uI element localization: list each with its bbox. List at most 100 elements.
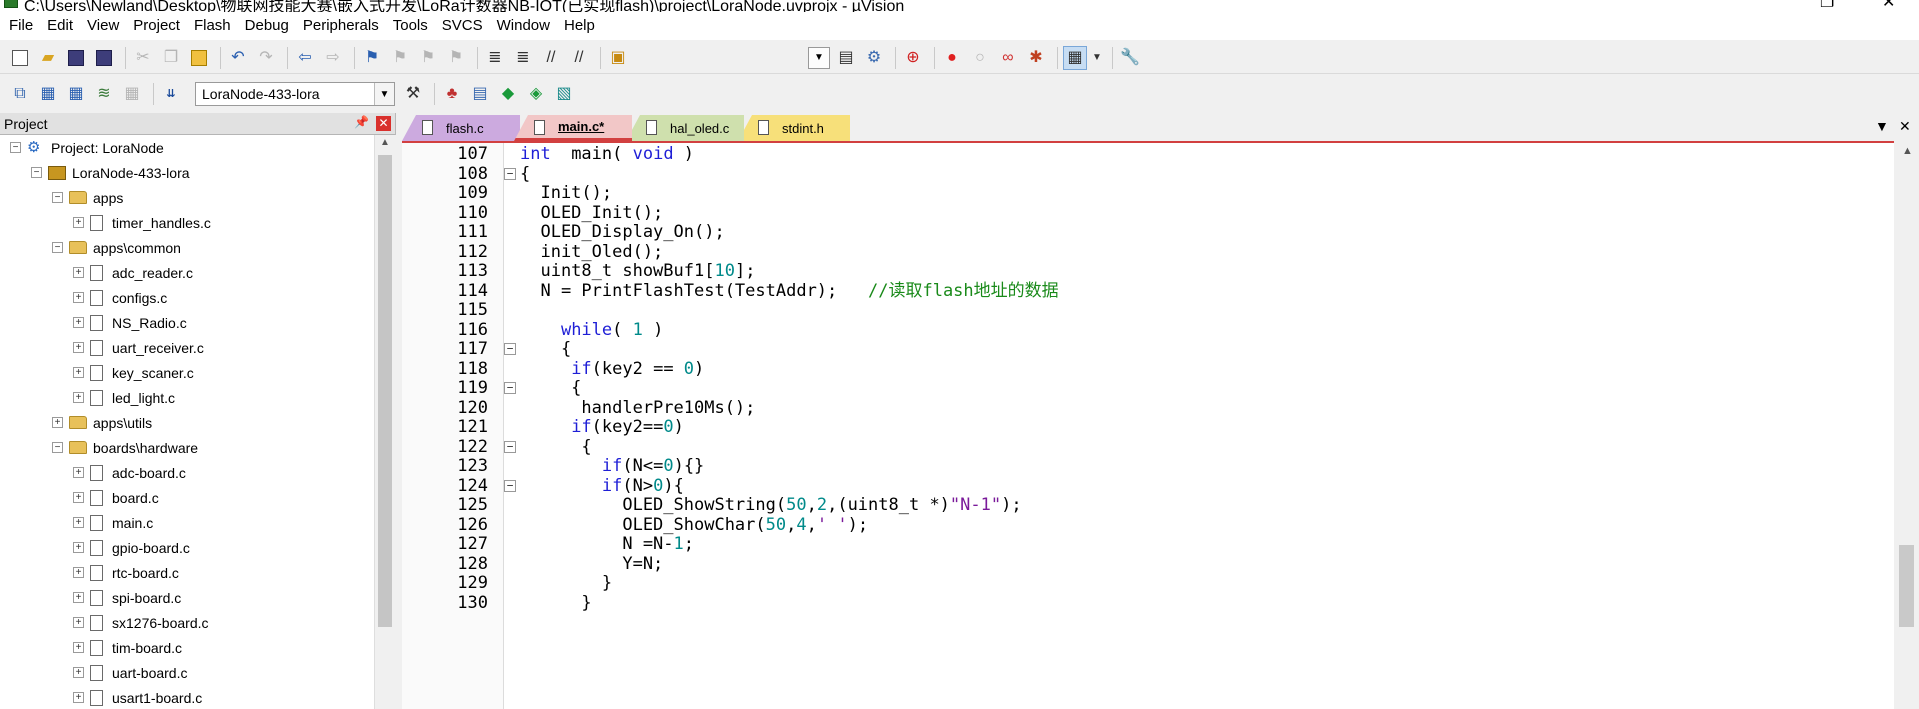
pin-icon[interactable]: 📌 — [354, 115, 369, 129]
tree-item[interactable]: − apps\common — [0, 235, 374, 260]
cut-icon[interactable]: ✂ — [131, 46, 155, 70]
tab-stdint-h[interactable]: stdint.h — [738, 115, 850, 141]
expand-icon[interactable]: + — [73, 392, 84, 403]
configure-icon[interactable]: ⚙ — [862, 46, 886, 70]
new-file-icon[interactable] — [8, 46, 32, 70]
tree-item[interactable]: + rtc-board.c — [0, 560, 374, 585]
close-panel-icon[interactable]: ✕ — [376, 116, 391, 131]
scrollbar-thumb[interactable] — [378, 155, 392, 627]
clear-bookmarks-icon[interactable]: ⚑ — [444, 46, 468, 70]
tree-item[interactable]: + configs.c — [0, 285, 374, 310]
translate-icon[interactable]: ⧉ — [8, 82, 32, 106]
manage-components-icon[interactable]: ▤ — [468, 82, 492, 106]
fold-icon[interactable]: − — [504, 343, 516, 355]
configuration-wrench-icon[interactable]: 🔧 — [1118, 46, 1142, 70]
expand-icon[interactable]: + — [73, 467, 84, 478]
tree-item[interactable]: − boards\hardware — [0, 435, 374, 460]
collapse-icon[interactable]: − — [10, 142, 21, 153]
tree-item[interactable]: + adc-board.c — [0, 460, 374, 485]
tree-item[interactable]: + apps\utils — [0, 410, 374, 435]
tab-list-dropdown-icon[interactable]: ▼ — [1875, 118, 1889, 134]
run-time-environment-icon[interactable]: ▧ — [552, 82, 576, 106]
chevron-down-icon[interactable]: ▼ — [374, 83, 394, 105]
paste-icon[interactable] — [187, 46, 211, 70]
batch-build-icon[interactable]: ≋ — [92, 82, 116, 106]
stop-build-icon[interactable]: ▦ — [120, 82, 144, 106]
tree-item[interactable]: + key_scaner.c — [0, 360, 374, 385]
menu-flash[interactable]: Flash — [187, 12, 238, 40]
fold-icon[interactable]: − — [504, 167, 516, 180]
expand-icon[interactable]: + — [73, 542, 84, 553]
scrollbar-thumb[interactable] — [1899, 545, 1914, 627]
window-layout-dropdown-icon[interactable]: ▼ — [1091, 46, 1103, 70]
tree-item[interactable]: + led_light.c — [0, 385, 374, 410]
navigate-forward-icon[interactable]: ⇨ — [321, 46, 345, 70]
indent-icon[interactable]: ≣ — [483, 46, 507, 70]
tab-hal-oled-c[interactable]: hal_oled.c — [626, 115, 744, 141]
menu-svcs[interactable]: SVCS — [435, 12, 490, 40]
expand-icon[interactable]: + — [73, 692, 84, 703]
unindent-icon[interactable]: ≣ — [511, 46, 535, 70]
fold-icon[interactable]: − — [504, 440, 516, 453]
open-file-icon[interactable]: ▰ — [36, 46, 60, 70]
tree-item[interactable]: + timer_handles.c — [0, 210, 374, 235]
save-all-icon[interactable] — [92, 46, 116, 70]
close-tab-icon[interactable]: ✕ — [1899, 118, 1911, 135]
menu-debug[interactable]: Debug — [238, 12, 296, 40]
select-packs-icon[interactable]: ◆ — [496, 82, 520, 106]
file-extensions-icon[interactable]: ♣ — [440, 82, 464, 106]
fold-icon[interactable]: − — [504, 382, 516, 394]
collapse-icon[interactable]: − — [52, 192, 63, 203]
expand-icon[interactable]: + — [73, 667, 84, 678]
target-select[interactable]: LoraNode-433-lora ▼ — [195, 82, 395, 106]
collapse-icon[interactable]: − — [52, 242, 63, 253]
tree-item[interactable]: + board.c — [0, 485, 374, 510]
menu-file[interactable]: File — [2, 12, 40, 40]
code-editor[interactable]: 107 int main( void ) 108−{109 Init(); 110 O… — [402, 141, 1894, 709]
tree-item[interactable]: + main.c — [0, 510, 374, 535]
enable-breakpoint-icon[interactable]: ○ — [968, 46, 992, 70]
insert-breakpoint-icon[interactable]: ● — [940, 46, 964, 70]
code-line[interactable]: 130 } — [402, 591, 1894, 615]
expand-icon[interactable]: + — [73, 642, 84, 653]
find-dropdown-button[interactable]: ▼ — [808, 46, 830, 69]
tree-item[interactable]: + uart_receiver.c — [0, 335, 374, 360]
pack-installer-icon[interactable]: ◈ — [524, 82, 548, 106]
tree-item[interactable]: − ⚙ Project: LoraNode — [0, 135, 374, 160]
tree-item[interactable]: + adc_reader.c — [0, 260, 374, 285]
undo-icon[interactable]: ↶ — [226, 46, 250, 70]
project-tree-scrollbar[interactable]: ▲ — [374, 135, 396, 709]
menu-tools[interactable]: Tools — [386, 12, 435, 40]
comment-icon[interactable]: // — [539, 46, 563, 70]
expand-icon[interactable]: + — [73, 342, 84, 353]
fold-icon[interactable]: − — [504, 479, 516, 492]
download-icon[interactable]: ⇊ — [159, 82, 183, 106]
tab-flash-c[interactable]: flash.c — [402, 115, 520, 141]
window-layout-icon[interactable]: ▦ — [1063, 45, 1087, 70]
tree-item[interactable]: + NS_Radio.c — [0, 310, 374, 335]
kill-all-breakpoints-icon[interactable]: ✱ — [1024, 46, 1048, 70]
collapse-icon[interactable]: − — [52, 442, 63, 453]
bookmark-icon[interactable]: ⚑ — [360, 46, 384, 70]
expand-icon[interactable]: + — [73, 567, 84, 578]
tree-item[interactable]: − apps — [0, 185, 374, 210]
expand-icon[interactable]: + — [73, 217, 84, 228]
tab-main-c[interactable]: main.c* — [514, 115, 632, 141]
editor-scrollbar[interactable]: ▲ — [1894, 141, 1919, 709]
scroll-up-icon[interactable]: ▲ — [1902, 145, 1913, 157]
prev-bookmark-icon[interactable]: ⚑ — [388, 46, 412, 70]
menu-project[interactable]: Project — [126, 12, 187, 40]
start-debug-icon[interactable]: ⊕ — [901, 46, 925, 70]
copy-icon[interactable]: ❐ — [159, 46, 183, 70]
disable-all-breakpoints-icon[interactable]: ∞ — [996, 46, 1020, 70]
redo-icon[interactable]: ↷ — [254, 46, 278, 70]
rebuild-icon[interactable]: ▦ — [64, 82, 88, 106]
target-options-icon[interactable]: ⚒ — [401, 82, 425, 106]
navigate-back-icon[interactable]: ⇦ — [293, 46, 317, 70]
next-bookmark-icon[interactable]: ⚑ — [416, 46, 440, 70]
expand-icon[interactable]: + — [73, 592, 84, 603]
expand-icon[interactable]: + — [73, 367, 84, 378]
tree-item[interactable]: + tim-board.c — [0, 635, 374, 660]
find-in-files-icon[interactable]: ▣ — [606, 46, 630, 70]
expand-icon[interactable]: + — [73, 617, 84, 628]
